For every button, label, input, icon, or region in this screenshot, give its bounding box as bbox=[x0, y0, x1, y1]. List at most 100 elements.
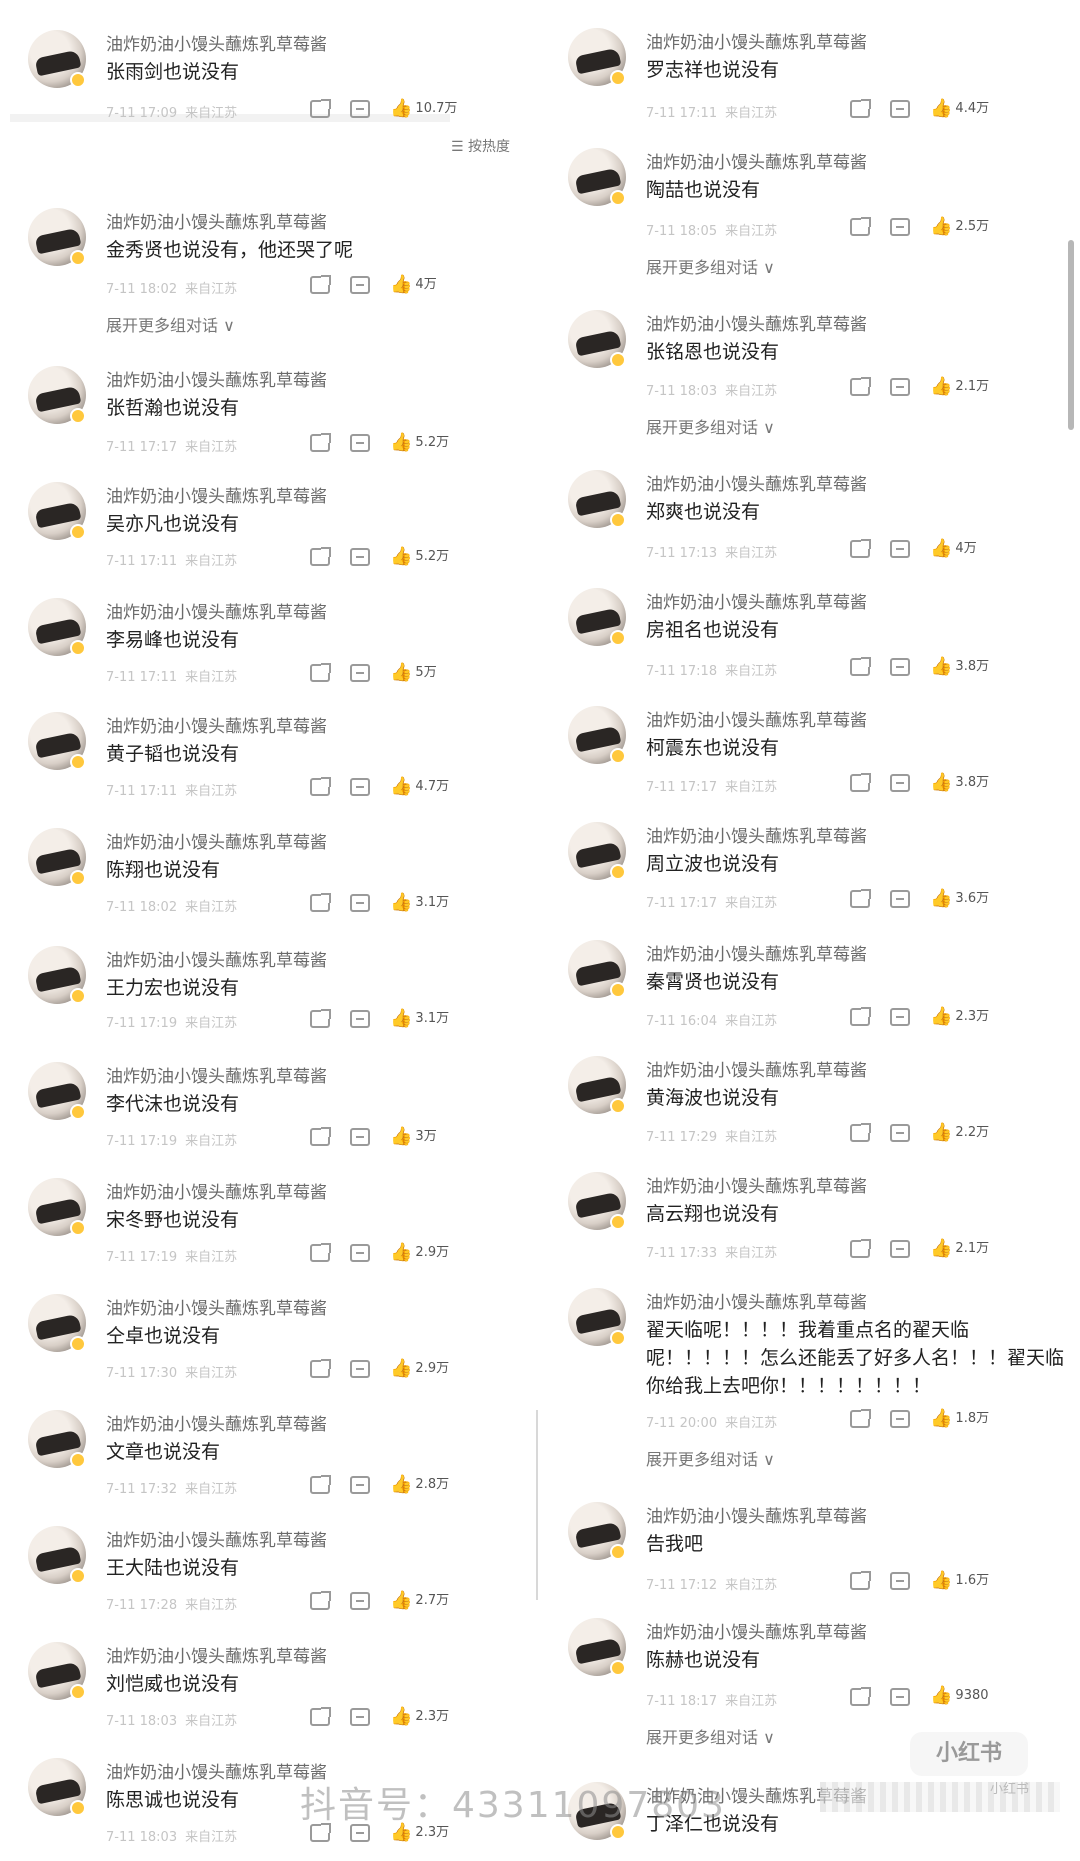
reply-icon[interactable] bbox=[890, 890, 910, 908]
comment-username[interactable]: 油炸奶油小馒头蘸炼乳草莓酱 bbox=[106, 1642, 327, 1667]
reply-icon[interactable] bbox=[350, 664, 370, 682]
like-button[interactable]: 👍 9380 bbox=[930, 1685, 989, 1706]
like-button[interactable]: 👍 3.6万 bbox=[930, 887, 989, 909]
comment-username[interactable]: 油炸奶油小馒头蘸炼乳草莓酱 bbox=[106, 1062, 327, 1087]
reply-icon[interactable] bbox=[890, 378, 910, 396]
comment-username[interactable]: 油炸奶油小馒头蘸炼乳草莓酱 bbox=[646, 1172, 867, 1197]
like-button[interactable]: 👍 1.6万 bbox=[930, 1569, 989, 1591]
comment-username[interactable]: 油炸奶油小馒头蘸炼乳草莓酱 bbox=[646, 706, 867, 731]
share-icon[interactable] bbox=[310, 1243, 331, 1262]
share-icon[interactable] bbox=[850, 1239, 871, 1258]
like-button[interactable]: 👍 3万 bbox=[390, 1125, 437, 1147]
reply-icon[interactable] bbox=[350, 894, 370, 912]
like-button[interactable]: 👍 4万 bbox=[930, 537, 977, 559]
comment-username[interactable]: 油炸奶油小馒头蘸炼乳草莓酱 bbox=[646, 470, 867, 495]
like-button[interactable]: 👍 5万 bbox=[390, 661, 437, 683]
share-icon[interactable] bbox=[310, 1475, 331, 1494]
reply-icon[interactable] bbox=[890, 1688, 910, 1706]
comment-username[interactable]: 油炸奶油小馒头蘸炼乳草莓酱 bbox=[106, 946, 327, 971]
like-button[interactable]: 👍 4万 bbox=[390, 273, 437, 295]
reply-icon[interactable] bbox=[890, 1572, 910, 1590]
like-button[interactable]: 👍 2.5万 bbox=[930, 215, 989, 237]
comment-username[interactable]: 油炸奶油小馒头蘸炼乳草莓酱 bbox=[646, 148, 867, 173]
expand-conversation-link[interactable]: 展开更多组对话 ∨ bbox=[646, 414, 775, 438]
like-button[interactable]: 👍 2.2万 bbox=[930, 1121, 989, 1143]
comment-username[interactable]: 油炸奶油小馒头蘸炼乳草莓酱 bbox=[106, 366, 327, 391]
reply-icon[interactable] bbox=[350, 434, 370, 452]
comment-username[interactable]: 油炸奶油小馒头蘸炼乳草莓酱 bbox=[106, 712, 327, 737]
like-button[interactable]: 👍 2.3万 bbox=[390, 1705, 449, 1727]
reply-icon[interactable] bbox=[350, 1128, 370, 1146]
share-icon[interactable] bbox=[850, 1409, 871, 1428]
share-icon[interactable] bbox=[850, 773, 871, 792]
comment-username[interactable]: 油炸奶油小馒头蘸炼乳草莓酱 bbox=[106, 208, 327, 233]
share-icon[interactable] bbox=[310, 1127, 331, 1146]
comment-username[interactable]: 油炸奶油小馒头蘸炼乳草莓酱 bbox=[646, 28, 867, 53]
reply-icon[interactable] bbox=[350, 100, 370, 118]
share-icon[interactable] bbox=[850, 377, 871, 396]
reply-icon[interactable] bbox=[350, 1708, 370, 1726]
reply-icon[interactable] bbox=[890, 774, 910, 792]
share-icon[interactable] bbox=[310, 777, 331, 796]
share-icon[interactable] bbox=[310, 1009, 331, 1028]
share-icon[interactable] bbox=[310, 547, 331, 566]
like-button[interactable]: 👍 2.3万 bbox=[930, 1005, 989, 1027]
like-button[interactable]: 👍 1.8万 bbox=[930, 1407, 989, 1429]
comment-username[interactable]: 油炸奶油小馒头蘸炼乳草莓酱 bbox=[646, 1288, 867, 1313]
reply-icon[interactable] bbox=[350, 1476, 370, 1494]
comment-username[interactable]: 油炸奶油小馒头蘸炼乳草莓酱 bbox=[646, 1056, 867, 1081]
like-button[interactable]: 👍 5.2万 bbox=[390, 545, 449, 567]
like-button[interactable]: 👍 4.4万 bbox=[930, 97, 989, 119]
comment-username[interactable]: 油炸奶油小馒头蘸炼乳草莓酱 bbox=[106, 482, 327, 507]
reply-icon[interactable] bbox=[890, 218, 910, 236]
share-icon[interactable] bbox=[310, 99, 331, 118]
reply-icon[interactable] bbox=[350, 1010, 370, 1028]
like-button[interactable]: 👍 2.9万 bbox=[390, 1357, 449, 1379]
share-icon[interactable] bbox=[850, 99, 871, 118]
comment-username[interactable]: 油炸奶油小馒头蘸炼乳草莓酱 bbox=[106, 1410, 327, 1435]
comment-username[interactable]: 油炸奶油小馒头蘸炼乳草莓酱 bbox=[646, 310, 867, 335]
like-button[interactable]: 👍 3.1万 bbox=[390, 891, 449, 913]
share-icon[interactable] bbox=[850, 1571, 871, 1590]
comment-username[interactable]: 油炸奶油小馒头蘸炼乳草莓酱 bbox=[106, 598, 327, 623]
comment-username[interactable]: 油炸奶油小馒头蘸炼乳草莓酱 bbox=[106, 1294, 327, 1319]
like-button[interactable]: 👍 2.7万 bbox=[390, 1589, 449, 1611]
share-icon[interactable] bbox=[310, 1707, 331, 1726]
share-icon[interactable] bbox=[310, 433, 331, 452]
reply-icon[interactable] bbox=[350, 778, 370, 796]
like-button[interactable]: 👍 10.7万 bbox=[390, 97, 457, 119]
share-icon[interactable] bbox=[310, 275, 331, 294]
reply-icon[interactable] bbox=[890, 1240, 910, 1258]
comment-username[interactable]: 油炸奶油小馒头蘸炼乳草莓酱 bbox=[646, 1618, 867, 1643]
comment-username[interactable]: 油炸奶油小馒头蘸炼乳草莓酱 bbox=[106, 1178, 327, 1203]
like-button[interactable]: 👍 3.1万 bbox=[390, 1007, 449, 1029]
expand-conversation-link[interactable]: 展开更多组对话 ∨ bbox=[646, 1446, 775, 1470]
like-button[interactable]: 👍 2.8万 bbox=[390, 1473, 449, 1495]
reply-icon[interactable] bbox=[890, 1124, 910, 1142]
scrollbar[interactable] bbox=[1068, 240, 1074, 430]
sort-by-hot-button[interactable]: ☰ 按热度 bbox=[451, 136, 510, 156]
share-icon[interactable] bbox=[850, 217, 871, 236]
reply-icon[interactable] bbox=[890, 1008, 910, 1026]
like-button[interactable]: 👍 4.7万 bbox=[390, 775, 449, 797]
share-icon[interactable] bbox=[850, 1007, 871, 1026]
like-button[interactable]: 👍 2.1万 bbox=[930, 375, 989, 397]
share-icon[interactable] bbox=[850, 1123, 871, 1142]
like-button[interactable]: 👍 5.2万 bbox=[390, 431, 449, 453]
reply-icon[interactable] bbox=[350, 1360, 370, 1378]
reply-icon[interactable] bbox=[890, 1410, 910, 1428]
comment-username[interactable]: 油炸奶油小馒头蘸炼乳草莓酱 bbox=[646, 822, 867, 847]
share-icon[interactable] bbox=[850, 657, 871, 676]
comment-username[interactable]: 油炸奶油小馒头蘸炼乳草莓酱 bbox=[106, 1758, 327, 1783]
comment-username[interactable]: 油炸奶油小馒头蘸炼乳草莓酱 bbox=[106, 1526, 327, 1551]
expand-conversation-link[interactable]: 展开更多组对话 ∨ bbox=[106, 312, 235, 336]
share-icon[interactable] bbox=[850, 539, 871, 558]
reply-icon[interactable] bbox=[890, 100, 910, 118]
share-icon[interactable] bbox=[850, 889, 871, 908]
like-button[interactable]: 👍 3.8万 bbox=[930, 771, 989, 793]
expand-conversation-link[interactable]: 展开更多组对话 ∨ bbox=[646, 254, 775, 278]
reply-icon[interactable] bbox=[350, 548, 370, 566]
comment-username[interactable]: 油炸奶油小馒头蘸炼乳草莓酱 bbox=[106, 30, 327, 55]
reply-icon[interactable] bbox=[350, 1244, 370, 1262]
comment-username[interactable]: 油炸奶油小馒头蘸炼乳草莓酱 bbox=[646, 588, 867, 613]
